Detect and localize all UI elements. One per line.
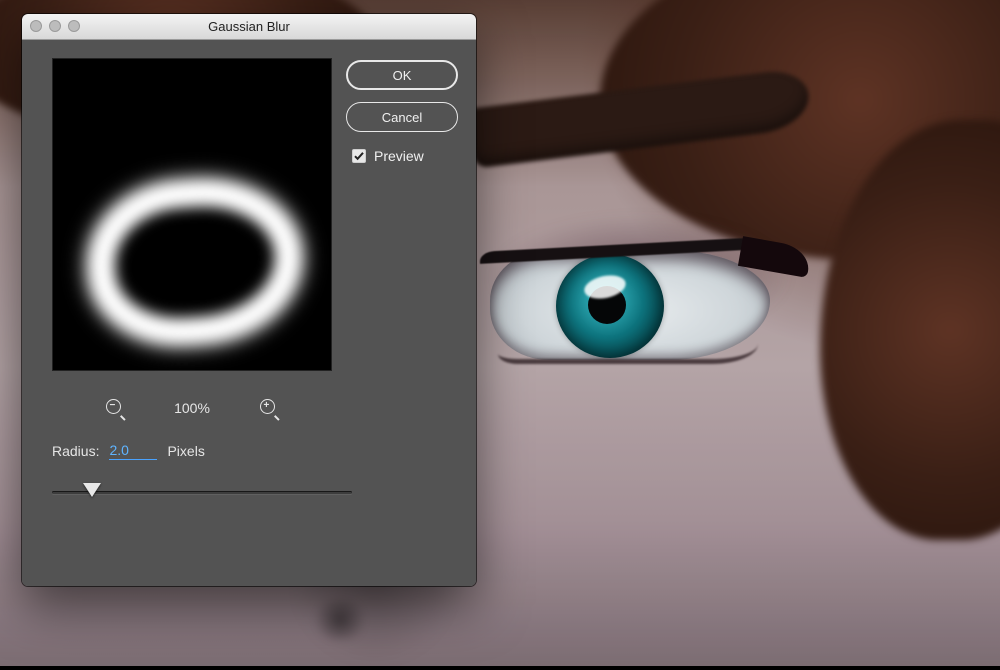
window-minimize-icon[interactable] <box>49 20 61 32</box>
cancel-button[interactable]: Cancel <box>346 102 458 132</box>
preview-checkbox-label: Preview <box>374 148 424 164</box>
window-zoom-icon[interactable] <box>68 20 80 32</box>
photo-eye <box>490 250 770 360</box>
window-close-icon[interactable] <box>30 20 42 32</box>
ok-button-label: OK <box>393 68 412 83</box>
radius-input[interactable] <box>109 442 157 460</box>
gaussian-blur-dialog: Gaussian Blur − 100% + Radius: Pixels OK <box>22 14 476 586</box>
slider-thumb[interactable] <box>83 483 101 497</box>
zoom-in-icon[interactable]: + <box>260 399 278 417</box>
dialog-title: Gaussian Blur <box>208 19 290 34</box>
radius-label: Radius: <box>52 443 99 459</box>
ok-button[interactable]: OK <box>346 60 458 90</box>
photo-nostril <box>310 600 370 640</box>
radius-unit: Pixels <box>167 443 204 459</box>
zoom-level: 100% <box>168 400 216 416</box>
window-controls <box>30 20 80 32</box>
zoom-out-icon[interactable]: − <box>106 399 124 417</box>
preview-checkbox[interactable]: Preview <box>346 148 458 164</box>
checkbox-icon <box>352 149 366 163</box>
filter-preview[interactable] <box>52 58 332 371</box>
dialog-titlebar[interactable]: Gaussian Blur <box>22 14 476 40</box>
radius-slider[interactable] <box>52 482 352 502</box>
cancel-button-label: Cancel <box>382 110 422 125</box>
